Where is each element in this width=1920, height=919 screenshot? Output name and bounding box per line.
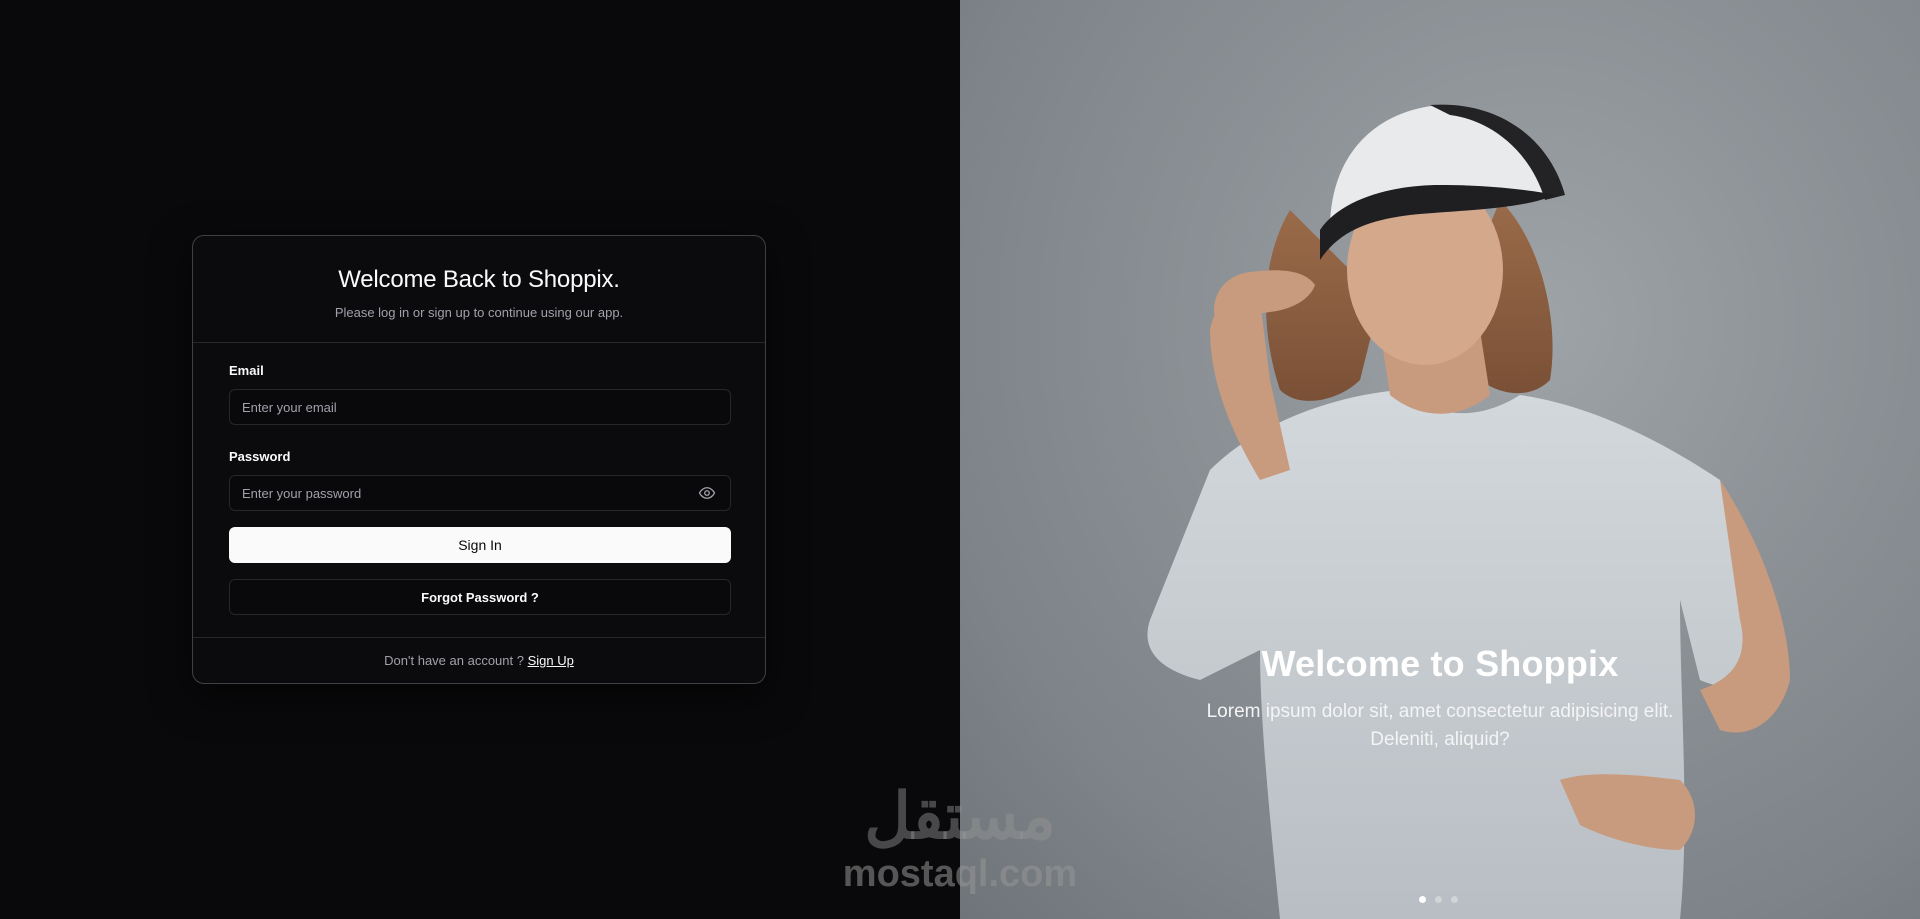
password-input[interactable] [229,475,731,511]
email-label: Email [229,363,264,378]
no-account-text: Don't have an account ? [384,653,524,668]
login-card: Welcome Back to Shoppix. Please log in o… [192,235,766,684]
sign-up-link[interactable]: Sign Up [528,653,574,668]
hero-title: Welcome to Shoppix [1261,643,1619,684]
carousel-dot[interactable] [1419,896,1426,903]
email-input[interactable] [229,389,731,425]
login-card-footer: Don't have an account ? Sign Up [193,637,765,683]
login-card-header: Welcome Back to Shoppix. Please log in o… [193,236,765,343]
login-subtitle: Please log in or sign up to continue usi… [334,305,624,320]
eye-icon[interactable] [697,484,717,502]
hero-text: Lorem ipsum dolor sit, amet consectetur … [1206,701,1674,750]
model-photo [1147,104,1790,919]
login-pane: Welcome Back to Shoppix. Please log in o… [0,0,960,919]
email-input-wrapper [229,389,731,425]
watermark: مستقل mostaql.com [840,780,1080,905]
forgot-password-button[interactable]: Forgot Password ? [229,579,731,615]
password-label: Password [229,449,291,464]
carousel-dot[interactable] [1451,896,1458,903]
carousel-dot[interactable] [1435,896,1442,903]
hero-pane [960,0,1920,919]
sign-in-button[interactable]: Sign In [229,527,731,563]
watermark-arabic: مستقل [864,780,1056,852]
carousel-dots [1419,896,1458,903]
login-form: Email Password Sign In Forgot Password ? [193,343,765,615]
watermark-latin: mostaql.com [842,853,1078,895]
login-title: Welcome Back to Shoppix. [338,266,620,293]
password-input-wrapper [229,475,731,511]
